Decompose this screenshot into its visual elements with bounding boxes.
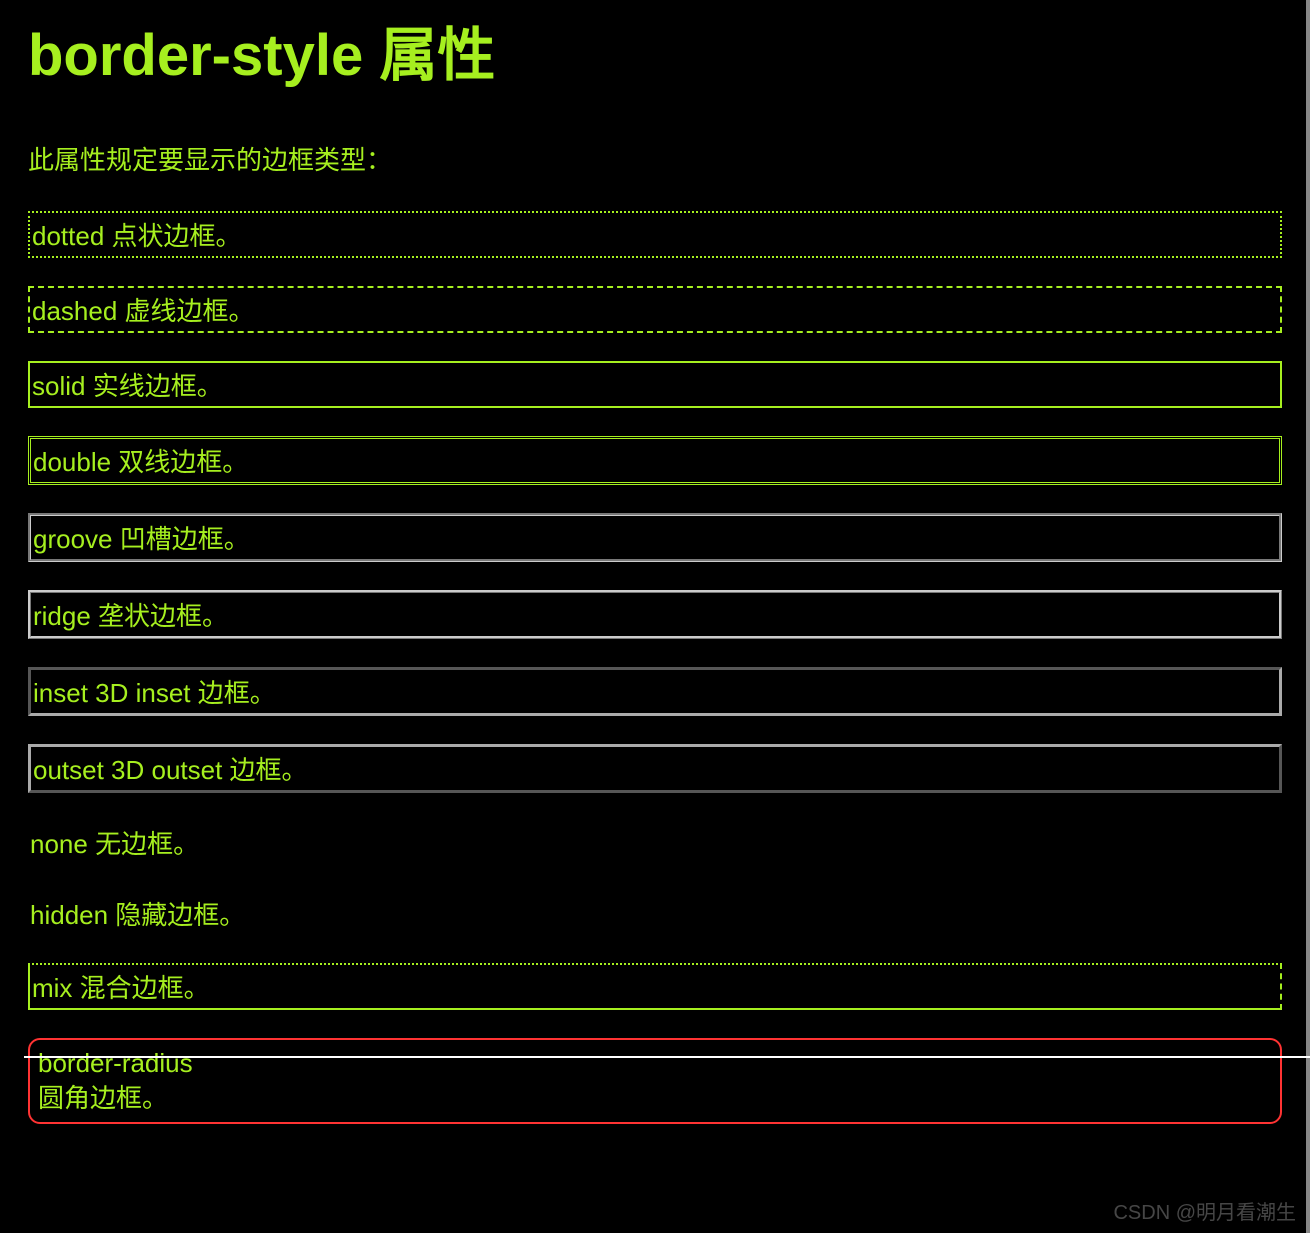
border-demo-double: double 双线边框。 <box>28 436 1282 485</box>
border-demo-hidden: hidden 隐藏边框。 <box>28 892 1282 935</box>
content-container: border-style 属性 此属性规定要显示的边框类型： dotted 点状… <box>0 0 1310 1124</box>
border-demo-inset: inset 3D inset 边框。 <box>28 667 1282 716</box>
watermark-text: CSDN @明月看潮生 <box>1113 1196 1296 1225</box>
border-demo-outset: outset 3D outset 边框。 <box>28 744 1282 793</box>
border-demo-solid: solid 实线边框。 <box>28 361 1282 408</box>
subtitle-text: 此属性规定要显示的边框类型： <box>28 140 1282 177</box>
border-demo-ridge: ridge 垄状边框。 <box>28 590 1282 639</box>
page-title: border-style 属性 <box>28 0 1282 92</box>
border-demo-radius: border-radius圆角边框。 <box>28 1038 1282 1124</box>
border-demo-dotted: dotted 点状边框。 <box>28 211 1282 258</box>
border-demo-none: none 无边框。 <box>28 821 1282 864</box>
border-demo-groove: groove 凹槽边框。 <box>28 513 1282 562</box>
border-demo-mix: mix 混合边框。 <box>28 963 1282 1010</box>
border-demo-dashed: dashed 虚线边框。 <box>28 286 1282 333</box>
